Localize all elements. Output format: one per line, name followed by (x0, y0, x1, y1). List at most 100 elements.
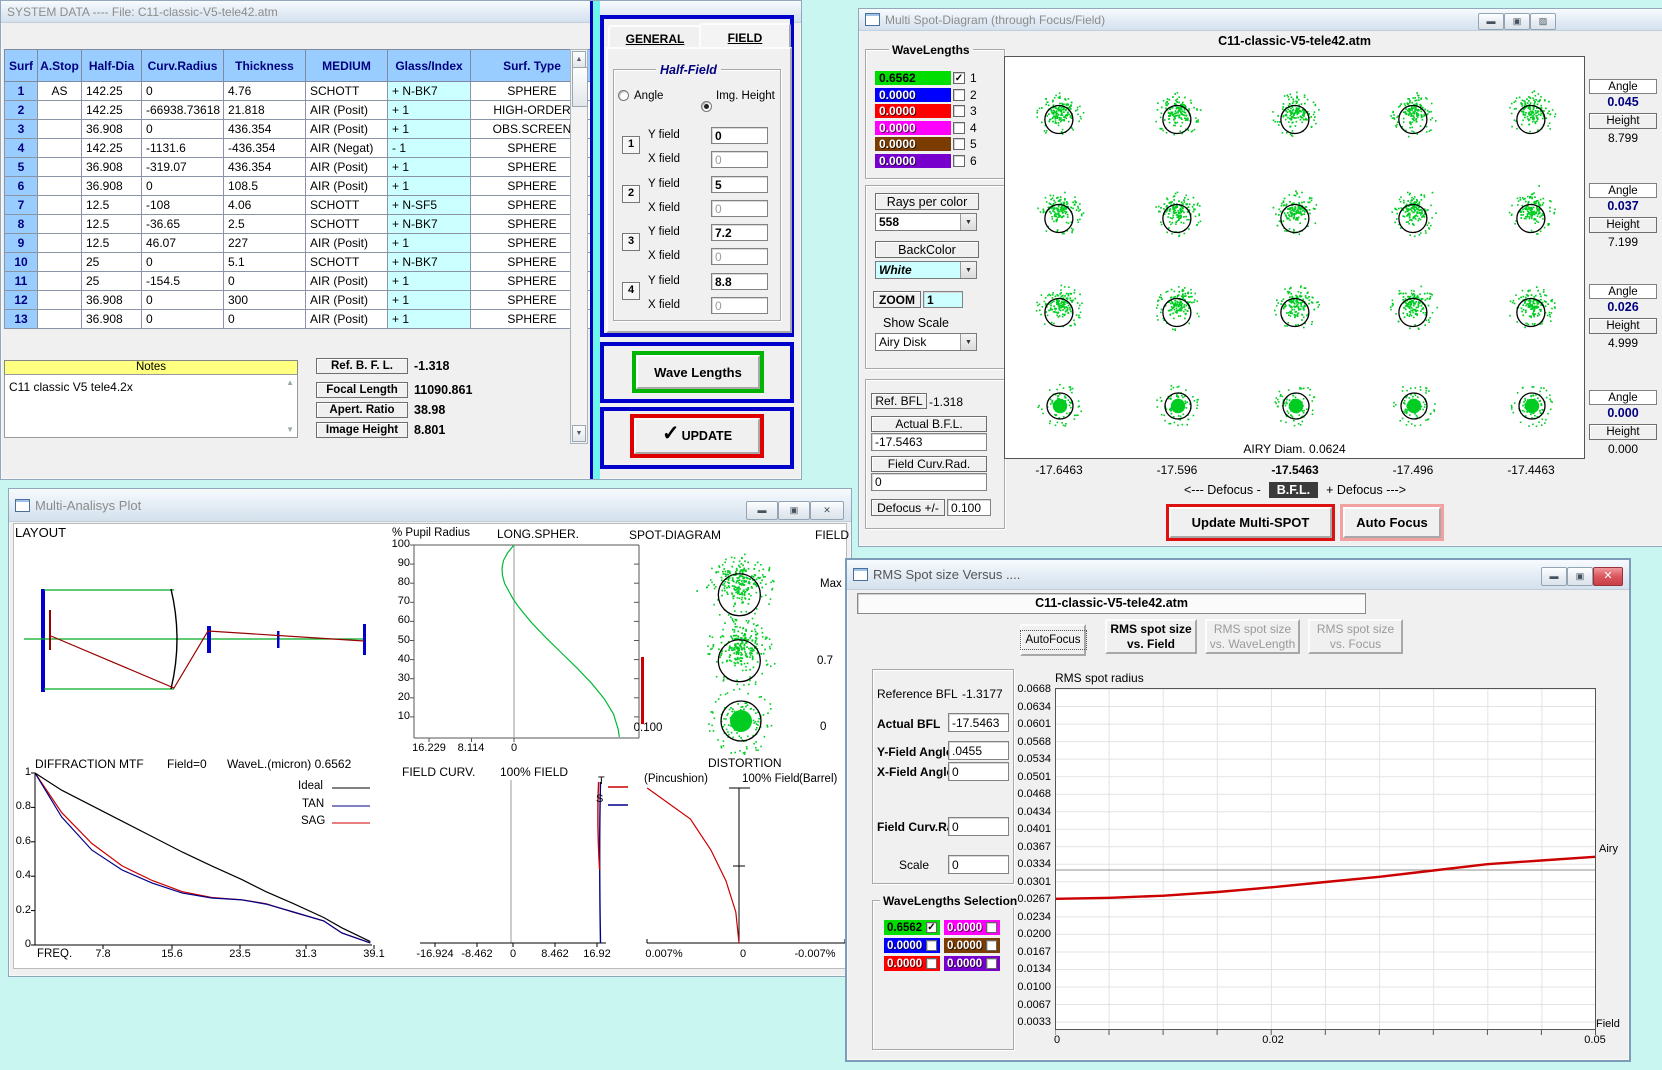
zoom-button[interactable]: ZOOM (873, 291, 921, 308)
backcolor-value: White (879, 263, 912, 277)
surface-row[interactable]: 11 25 -154.5 0 AIR (Posit) + 1 SPHERE (4, 271, 594, 291)
rms-vs-wavelength-button[interactable]: RMS spot size vs. WaveLength (1205, 619, 1300, 654)
x-tick-label: 0.05 (1584, 1034, 1606, 1046)
y-field-input[interactable]: 7.2 (711, 224, 768, 241)
close-button[interactable]: ✕ (1593, 567, 1623, 586)
fieldcurv-title: FIELD CURV. (402, 765, 476, 779)
rms-window-titlebar[interactable]: RMS Spot size Versus .... (847, 560, 1629, 590)
wavelength-checkbox[interactable] (953, 122, 965, 134)
wl-selection-checkbox[interactable] (986, 922, 997, 933)
update-multispot-button[interactable]: Update Multi-SPOT (1169, 507, 1332, 538)
button-line1: RMS spot size (1316, 621, 1395, 636)
column-header[interactable]: Half-Dia (81, 49, 142, 82)
dropdown-arrow-icon[interactable]: ▼ (960, 262, 976, 278)
update-button[interactable]: ✓ UPDATE (634, 418, 760, 454)
surface-row[interactable]: 8 12.5 -36.65 2.5 SCHOTT + N-BK7 SPHERE (4, 214, 594, 234)
y-tick-label: 0.0401 (1017, 823, 1051, 836)
dropdown-arrow-icon[interactable]: ▼ (960, 334, 976, 350)
actual-bfl-input[interactable]: -17.5463 (871, 433, 987, 451)
surface-row[interactable]: 12 36.908 0 300 AIR (Posit) + 1 SPHERE (4, 290, 594, 310)
wl-selection-checkbox[interactable] (926, 958, 937, 969)
x-field-input[interactable]: 0 (711, 248, 768, 265)
field-curv-input[interactable]: 0 (871, 473, 987, 491)
dropdown-arrow-icon[interactable]: ▼ (960, 214, 976, 230)
x-field-angle-input[interactable]: 0 (948, 762, 1009, 781)
rms-autofocus-button[interactable]: AutoFocus (1019, 624, 1087, 656)
surface-row[interactable]: 7 12.5 -108 4.06 SCHOTT + N-SF5 SPHERE (4, 195, 594, 215)
wl-selection-checkbox[interactable] (926, 940, 937, 951)
maximize-button[interactable]: ▣ (1567, 567, 1593, 586)
y-field-angle-input[interactable]: .0455 (948, 741, 1009, 760)
minimize-button[interactable]: ▬ (746, 501, 778, 520)
radio-angle[interactable] (618, 90, 629, 101)
y-field-input[interactable]: 8.8 (711, 273, 768, 290)
y-field-input[interactable]: 0 (711, 127, 768, 144)
zoom-input[interactable]: 1 (923, 291, 963, 308)
surface-row[interactable]: 3 36.908 0 436.354 AIR (Posit) + 1 OBS.SCREEN (4, 119, 594, 139)
ref-bfl-button[interactable]: Ref. BFL (871, 393, 927, 409)
y-field-input[interactable]: 5 (711, 176, 768, 193)
close-button[interactable]: ✕ (810, 501, 844, 520)
wave-lengths-button[interactable]: Wave Lengths (636, 355, 760, 389)
notes-body[interactable]: C11 classic V5 tele4.2x ▲ ▼ (4, 374, 298, 438)
rms-vs-field-button[interactable]: RMS spot size vs. Field (1105, 619, 1197, 654)
scale-input[interactable]: 0 (948, 855, 1009, 874)
actual-bfl-button[interactable]: Actual B.F.L. (871, 416, 987, 432)
rays-per-color-button[interactable]: Rays per color (875, 193, 979, 210)
defocus-input[interactable]: 0.100 (947, 499, 991, 516)
wl-selection-checkbox[interactable] (986, 958, 997, 969)
wavelength-checkbox[interactable] (953, 155, 965, 167)
scroll-down-icon[interactable]: ▼ (572, 425, 586, 442)
maximize-button[interactable]: ▣ (1504, 13, 1530, 30)
x-field-input[interactable]: 0 (711, 151, 768, 168)
surface-row[interactable]: 10 25 0 5.1 SCHOTT + N-BK7 SPHERE (4, 252, 594, 272)
backcolor-select[interactable]: White ▼ (875, 261, 977, 279)
close-button[interactable]: ▨ (1530, 13, 1556, 30)
surface-row[interactable]: 2 142.25 -66938.73618 21.818 AIR (Posit) + 1H… (4, 100, 594, 120)
notes-scroll-up-icon[interactable]: ▲ (286, 378, 294, 387)
legend-label: SAG (301, 815, 326, 827)
defocus-button[interactable]: Defocus +/- (871, 499, 945, 516)
notes-scroll-down-icon[interactable]: ▼ (286, 425, 294, 434)
rays-per-color-select[interactable]: 558 ▼ (875, 213, 977, 231)
x-field-input[interactable]: 0 (711, 200, 768, 217)
rms-vs-focus-button[interactable]: RMS spot size vs. Focus (1308, 619, 1403, 654)
surface-row[interactable]: 6 36.908 0 108.5 AIR (Posit) + 1 SPHERE (4, 176, 594, 196)
actual-bfl-input[interactable]: -17.5463 (948, 713, 1009, 732)
wavelength-checkbox[interactable]: ✓ (953, 72, 965, 84)
minimize-button[interactable]: ▬ (1541, 567, 1567, 586)
tab-field[interactable]: FIELD (699, 23, 791, 50)
surface-table-container: Surf A.Stop Half-Dia Curv.Radius Thickness ME… (4, 49, 594, 329)
radio-img-height[interactable] (701, 101, 712, 112)
analysis-window-titlebar[interactable]: Multi-Analisys Plot (9, 489, 851, 522)
wavelength-checkbox[interactable] (953, 105, 965, 117)
fieldcurv-subtitle: 100% FIELD (500, 765, 569, 779)
show-scale-select[interactable]: Airy Disk ▼ (875, 333, 977, 351)
backcolor-button[interactable]: BackColor (875, 241, 979, 258)
column-header[interactable]: A.Stop (37, 49, 82, 82)
surface-row[interactable]: 5 36.908 -319.07 436.354 AIR (Posit) + 1 SPHER… (4, 157, 594, 177)
surface-row[interactable]: 4 142.25 -1131.6 -436.354 AIR (Negat) - 1 SPHE… (4, 138, 594, 158)
autofocus-button[interactable]: Auto Focus (1343, 507, 1441, 538)
minimize-button[interactable]: ▬ (1478, 13, 1504, 30)
field-curv-button[interactable]: Field Curv.Rad. (871, 456, 987, 472)
table-scrollbar[interactable]: ▲ ▼ (570, 49, 588, 444)
column-header[interactable]: Glass/Index (387, 49, 471, 82)
wavelength-checkbox[interactable] (953, 89, 965, 101)
column-header[interactable]: MEDIUM (305, 49, 388, 82)
wavelength-checkbox[interactable] (953, 138, 965, 150)
surface-row[interactable]: 13 36.908 0 0 AIR (Posit) + 1 SPHERE (4, 309, 594, 329)
column-header[interactable]: Surf (4, 49, 38, 82)
wl-selection-checkbox[interactable]: ✓ (926, 922, 937, 933)
surface-row[interactable]: 9 12.5 46.07 227 AIR (Posit) + 1 SPHERE (4, 233, 594, 253)
scrollbar-thumb[interactable] (572, 67, 588, 107)
column-header[interactable]: Curv.Radius (141, 49, 224, 82)
maximize-button[interactable]: ▣ (778, 501, 810, 520)
scroll-up-icon[interactable]: ▲ (572, 51, 586, 68)
wl-selection-checkbox[interactable] (986, 940, 997, 951)
rms-field-curv-input[interactable]: 0 (948, 817, 1009, 836)
column-header[interactable]: Thickness (223, 49, 306, 82)
x-field-input[interactable]: 0 (711, 297, 768, 314)
system-data-window: SYSTEM DATA ---- File: C11-classic-V5-te… (0, 0, 802, 480)
surface-row[interactable]: 1 AS 142.25 0 4.76 SCHOTT + N-BK7 SPHERE (4, 81, 594, 101)
